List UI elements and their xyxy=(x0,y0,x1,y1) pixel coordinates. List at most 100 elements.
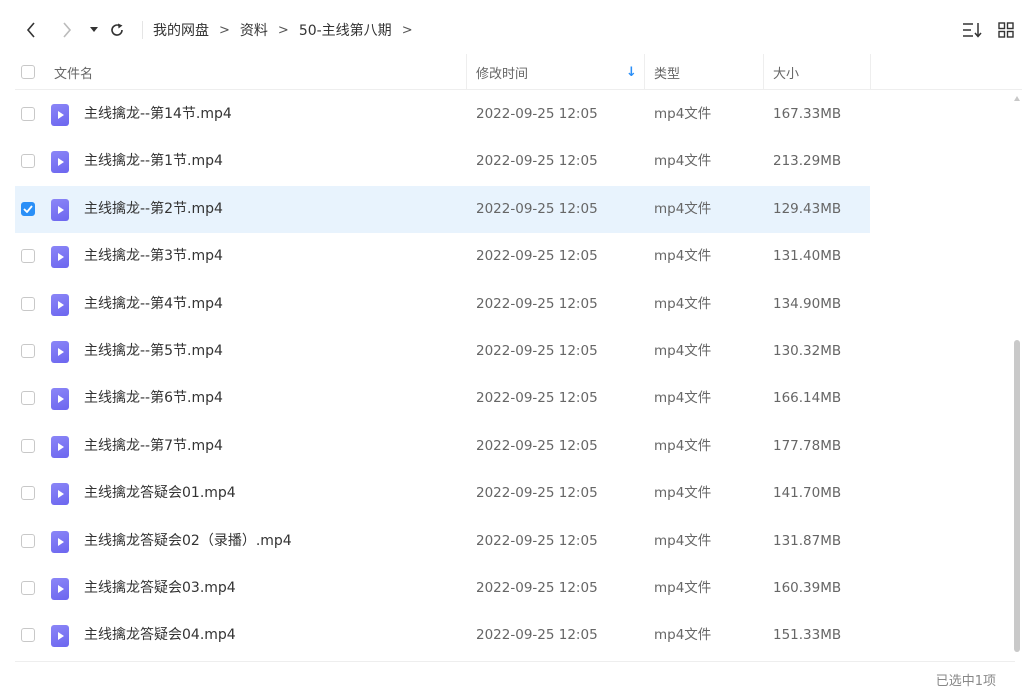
file-row[interactable]: 主线擒龙答疑会01.mp4 2022-09-25 12:05 mp4文件 141.70… xyxy=(15,470,870,517)
file-row[interactable]: 主线擒龙--第1节.mp4 2022-09-25 12:05 mp4文件 213.29… xyxy=(15,138,870,185)
breadcrumb: 我的网盘 > 资料 > 50-主线第八期 > xyxy=(153,19,423,41)
select-all-checkbox[interactable] xyxy=(21,65,35,79)
file-modified-time: 2022-09-25 12:05 xyxy=(476,532,598,549)
chevron-right-icon xyxy=(63,22,72,38)
toolbar-divider xyxy=(142,21,143,39)
video-file-icon xyxy=(51,151,69,174)
file-name: 主线擒龙答疑会01.mp4 xyxy=(84,485,236,502)
table-header: 文件名 修改时间 ↓ 类型 大小 xyxy=(15,54,1022,90)
column-header-size[interactable]: 大小 xyxy=(773,54,799,90)
file-row[interactable]: 主线擒龙--第5节.mp4 2022-09-25 12:05 mp4文件 130.32… xyxy=(15,328,870,375)
row-checkbox[interactable] xyxy=(21,581,35,595)
file-name: 主线擒龙答疑会04.mp4 xyxy=(84,627,236,644)
file-modified-time: 2022-09-25 12:05 xyxy=(476,200,598,217)
file-row[interactable]: 主线擒龙答疑会03.mp4 2022-09-25 12:05 mp4文件 160.39… xyxy=(15,565,870,612)
file-row[interactable]: 主线擒龙--第3节.mp4 2022-09-25 12:05 mp4文件 131.40… xyxy=(15,233,870,280)
file-size: 130.32MB xyxy=(773,343,842,359)
column-header-name[interactable]: 文件名 xyxy=(54,54,93,90)
column-header-type[interactable]: 类型 xyxy=(654,54,680,90)
file-type: mp4文件 xyxy=(654,580,712,596)
file-modified-time: 2022-09-25 12:05 xyxy=(476,627,598,644)
file-row[interactable]: 主线擒龙--第7节.mp4 2022-09-25 12:05 mp4文件 177.78… xyxy=(15,423,870,470)
column-divider[interactable] xyxy=(763,54,764,90)
forward-button[interactable] xyxy=(56,17,78,43)
row-checkbox[interactable] xyxy=(21,249,35,264)
scroll-up-arrow-icon[interactable] xyxy=(1014,96,1020,101)
select-all-cell xyxy=(21,54,35,90)
column-divider[interactable] xyxy=(644,54,645,90)
file-size: 131.87MB xyxy=(773,532,842,549)
file-name: 主线擒龙--第1节.mp4 xyxy=(84,153,223,170)
sort-desc-icon[interactable]: ↓ xyxy=(626,54,637,90)
file-modified-time: 2022-09-25 12:05 xyxy=(476,248,598,265)
file-name: 主线擒龙--第2节.mp4 xyxy=(84,200,223,217)
column-divider[interactable] xyxy=(466,54,467,90)
file-name: 主线擒龙--第5节.mp4 xyxy=(84,343,223,359)
file-size: 213.29MB xyxy=(773,153,842,170)
video-file-icon xyxy=(51,293,69,316)
file-name: 主线擒龙--第14节.mp4 xyxy=(84,106,232,122)
video-file-icon xyxy=(51,625,69,648)
file-name: 主线擒龙--第4节.mp4 xyxy=(84,295,223,312)
row-checkbox[interactable] xyxy=(21,438,35,453)
breadcrumb-item-my-drive[interactable]: 我的网盘 xyxy=(153,20,209,40)
file-type: mp4文件 xyxy=(654,153,712,170)
file-size: 151.33MB xyxy=(773,627,842,644)
sort-button[interactable] xyxy=(961,19,983,41)
row-checkbox[interactable] xyxy=(21,486,35,501)
file-name: 主线擒龙--第6节.mp4 xyxy=(84,390,223,407)
file-modified-time: 2022-09-25 12:05 xyxy=(476,580,598,596)
video-file-icon xyxy=(51,388,69,411)
file-row[interactable]: 主线擒龙--第2节.mp4 2022-09-25 12:05 mp4文件 129.43… xyxy=(15,185,870,233)
column-divider[interactable] xyxy=(870,54,871,90)
file-type: mp4文件 xyxy=(654,295,712,312)
video-file-icon xyxy=(51,435,69,458)
breadcrumb-separator: > xyxy=(277,22,289,38)
selection-status: 已选中1项 xyxy=(935,674,996,689)
file-modified-time: 2022-09-25 12:05 xyxy=(476,437,598,454)
file-type: mp4文件 xyxy=(654,200,712,217)
row-checkbox[interactable] xyxy=(21,344,35,358)
video-file-icon xyxy=(51,104,69,126)
breadcrumb-item-materials[interactable]: 资料 xyxy=(240,20,268,40)
row-checkbox[interactable] xyxy=(21,107,35,121)
column-header-modified[interactable]: 修改时间 xyxy=(476,54,528,90)
file-name: 主线擒龙答疑会03.mp4 xyxy=(84,580,236,596)
file-modified-time: 2022-09-25 12:05 xyxy=(476,106,598,122)
footer-divider xyxy=(15,661,1015,662)
grid-view-icon xyxy=(998,22,1014,38)
row-checkbox[interactable] xyxy=(21,296,35,311)
history-dropdown-button[interactable] xyxy=(83,17,105,43)
back-button[interactable] xyxy=(20,17,42,43)
row-checkbox[interactable] xyxy=(21,154,35,169)
file-row[interactable]: 主线擒龙答疑会02（录播）.mp4 2022-09-25 12:05 mp4文件 13… xyxy=(15,518,870,565)
scrollbar-thumb[interactable] xyxy=(1014,340,1020,652)
row-checkbox[interactable] xyxy=(21,533,35,548)
file-modified-time: 2022-09-25 12:05 xyxy=(476,343,598,359)
row-checkbox[interactable] xyxy=(21,628,35,643)
grid-view-button[interactable] xyxy=(995,19,1017,41)
file-row[interactable]: 主线擒龙答疑会04.mp4 2022-09-25 12:05 mp4文件 151.33… xyxy=(15,612,870,659)
file-size: 167.33MB xyxy=(773,106,842,122)
refresh-icon xyxy=(111,23,123,36)
vertical-scrollbar[interactable] xyxy=(1013,96,1021,656)
file-modified-time: 2022-09-25 12:05 xyxy=(476,485,598,502)
video-file-icon xyxy=(51,246,69,269)
row-checkbox[interactable] xyxy=(21,391,35,406)
breadcrumb-separator: > xyxy=(219,22,230,38)
refresh-button[interactable] xyxy=(106,17,128,43)
file-row[interactable]: 主线擒龙--第14节.mp4 2022-09-25 12:05 mp4文件 167.3… xyxy=(15,91,870,138)
file-type: mp4文件 xyxy=(654,437,712,454)
sort-list-icon xyxy=(963,23,982,38)
file-size: 166.14MB xyxy=(773,390,842,407)
file-modified-time: 2022-09-25 12:05 xyxy=(476,390,598,407)
file-type: mp4文件 xyxy=(654,106,712,122)
file-size: 131.40MB xyxy=(773,248,842,265)
breadcrumb-item-current-folder[interactable]: 50-主线第八期 xyxy=(299,20,392,40)
file-row[interactable]: 主线擒龙--第4节.mp4 2022-09-25 12:05 mp4文件 134.90… xyxy=(15,281,870,328)
chevron-left-icon xyxy=(26,22,35,38)
file-type: mp4文件 xyxy=(654,532,712,549)
row-checkbox[interactable] xyxy=(21,201,35,216)
file-size: 177.78MB xyxy=(773,437,842,454)
file-row[interactable]: 主线擒龙--第6节.mp4 2022-09-25 12:05 mp4文件 166.14… xyxy=(15,375,870,422)
